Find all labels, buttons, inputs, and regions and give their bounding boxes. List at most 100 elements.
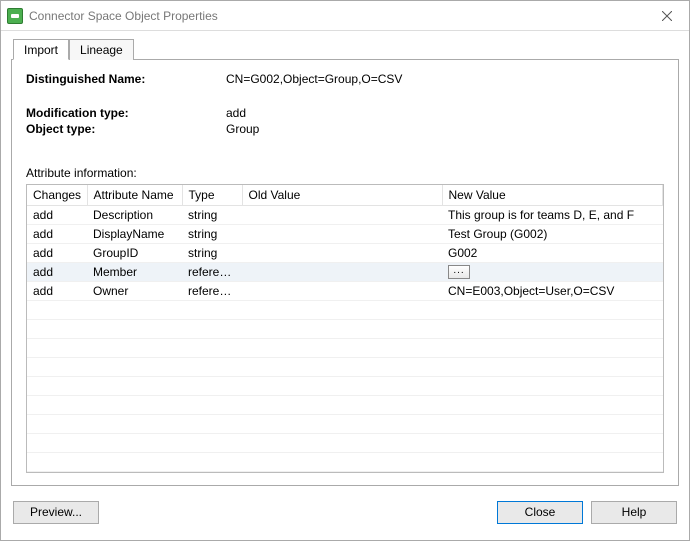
app-icon [7,8,23,24]
cell-empty [27,415,87,434]
cell-empty [442,358,663,377]
label-dn: Distinguished Name: [26,72,226,86]
tab-lineage[interactable]: Lineage [69,39,134,60]
cell-empty [442,415,663,434]
attribute-table: Changes Attribute Name Type Old Value Ne… [26,184,664,473]
help-button[interactable]: Help [591,501,677,524]
cell-empty [242,339,442,358]
cell-type: reference [182,282,242,301]
table-row[interactable]: addDescriptionstring This group is for te… [27,206,663,225]
cell-empty [182,434,242,453]
cell-empty [242,377,442,396]
cell-old [242,206,442,225]
window-title: Connector Space Object Properties [29,9,645,23]
cell-empty [87,415,182,434]
cell-empty [442,434,663,453]
cell-attribute: GroupID [87,244,182,263]
header-changes[interactable]: Changes [27,185,87,206]
table-row-empty [27,377,663,396]
value-modification: add [226,106,246,120]
cell-attribute: DisplayName [87,225,182,244]
cell-empty [27,377,87,396]
table-row-empty [27,301,663,320]
cell-empty [27,301,87,320]
spacer [26,88,664,106]
cell-new: CN=E003,Object=User,O=CSV [442,282,663,301]
row-dn: Distinguished Name: CN=G002,Object=Group… [26,72,664,86]
content-area: Import Lineage Distinguished Name: CN=G0… [1,31,689,540]
value-objecttype: Group [226,122,259,136]
table-row[interactable]: addOwnerreference CN=E003,Object=User,O=C… [27,282,663,301]
cell-empty [242,301,442,320]
row-modification: Modification type: add [26,106,664,120]
table-row[interactable]: addDisplayNamestringTest Group (G002) [27,225,663,244]
table-row[interactable]: addMemberreference... [27,263,663,282]
cell-empty [242,434,442,453]
cell-type: reference [182,263,242,282]
cell-type: string [182,206,242,225]
close-button[interactable]: Close [497,501,583,524]
ellipsis-button[interactable]: ... [448,265,470,279]
header-old[interactable]: Old Value [242,185,442,206]
cell-empty [87,377,182,396]
header-type[interactable]: Type [182,185,242,206]
cell-empty [27,358,87,377]
cell-empty [442,339,663,358]
cell-empty [182,396,242,415]
cell-empty [87,320,182,339]
cell-empty [182,358,242,377]
cell-empty [182,339,242,358]
close-icon[interactable] [645,1,689,30]
cell-changes: add [27,206,87,225]
cell-new: G002 [442,244,663,263]
tab-import[interactable]: Import [13,39,69,60]
cell-new: This group is for teams D, E, and F [442,206,663,225]
cell-changes: add [27,225,87,244]
value-dn: CN=G002,Object=Group,O=CSV [226,72,402,86]
cell-new: Test Group (G002) [442,225,663,244]
cell-attribute: Description [87,206,182,225]
cell-empty [242,453,442,472]
cell-empty [27,453,87,472]
row-objecttype: Object type: Group [26,122,664,136]
cell-changes: add [27,244,87,263]
cell-empty [87,339,182,358]
table-row[interactable]: addGroupIDstring G002 [27,244,663,263]
dialog-window: Connector Space Object Properties Import… [0,0,690,541]
header-new[interactable]: New Value [442,185,663,206]
cell-new: ... [442,263,663,282]
table-row-empty [27,396,663,415]
cell-empty [87,358,182,377]
preview-button[interactable]: Preview... [13,501,99,524]
cell-empty [242,415,442,434]
table-header-row: Changes Attribute Name Type Old Value Ne… [27,185,663,206]
cell-empty [442,301,663,320]
tabstrip: Import Lineage [11,37,679,59]
cell-empty [242,320,442,339]
table-row-empty [27,415,663,434]
cell-empty [442,377,663,396]
table-row-empty [27,358,663,377]
cell-empty [182,301,242,320]
cell-empty [27,396,87,415]
cell-empty [442,320,663,339]
header-attribute[interactable]: Attribute Name [87,185,182,206]
cell-empty [27,434,87,453]
cell-old [242,263,442,282]
table-row-empty [27,339,663,358]
titlebar: Connector Space Object Properties [1,1,689,31]
cell-empty [182,377,242,396]
cell-empty [182,453,242,472]
label-modification: Modification type: [26,106,226,120]
cell-empty [87,434,182,453]
cell-changes: add [27,282,87,301]
cell-type: string [182,244,242,263]
cell-changes: add [27,263,87,282]
cell-attribute: Owner [87,282,182,301]
table-row-empty [27,320,663,339]
cell-attribute: Member [87,263,182,282]
spacer [26,138,664,166]
table-row-empty [27,453,663,472]
cell-empty [27,320,87,339]
cell-empty [442,453,663,472]
